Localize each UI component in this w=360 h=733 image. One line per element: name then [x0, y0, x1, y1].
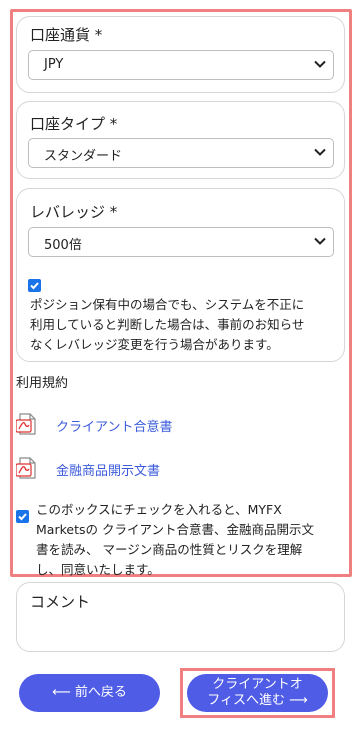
leverage-notice-text: ポジション保有中の場合でも、システムを不正に 利用していると判断した場合は、事前…: [30, 295, 340, 355]
chevron-down-icon: [314, 237, 326, 245]
back-button[interactable]: ⟵ 前へ戻る: [19, 674, 160, 712]
consent-text: このボックスにチェックを入れると、MYFX Marketsの クライアント合意書…: [36, 500, 342, 580]
account-type-card: 口座タイプ * スタンダード: [16, 101, 345, 179]
consent-line: Marketsの クライアント合意書、金融商品開示文: [36, 522, 314, 537]
comment-label: コメント: [30, 593, 91, 611]
notice-line: 利用していると判断した場合は、事前のお知らせ: [30, 317, 305, 332]
consent-line: し、同意いたします。: [36, 562, 160, 577]
client-office-button-line: フィスへ進む ⟶: [207, 693, 308, 708]
leverage-notice-checkbox[interactable]: [28, 279, 41, 292]
currency-card: 口座通貨 * JPY: [16, 16, 345, 93]
client-office-button-line: クライアントオ: [212, 677, 303, 692]
leverage-card: レバレッジ * 500倍 ポジション保有中の場合でも、システムを不正に 利用して…: [16, 188, 345, 362]
consent-line: このボックスにチェックを入れると、MYFX: [36, 502, 282, 517]
financial-disclosure-link[interactable]: 金融商品開示文書: [56, 460, 160, 479]
account-type-label: 口座タイプ *: [30, 115, 118, 133]
pdf-icon: [16, 413, 36, 435]
client-office-button[interactable]: クライアントオ フィスへ進む ⟶: [187, 674, 328, 712]
notice-line: なくレバレッジ変更を行う場合があります。: [30, 337, 279, 352]
account-type-select[interactable]: スタンダード: [28, 138, 334, 168]
notice-line: ポジション保有中の場合でも、システムを不正に: [30, 297, 305, 312]
pdf-icon: [16, 457, 36, 479]
currency-label: 口座通貨 *: [30, 26, 103, 44]
account-type-select-value: スタンダード: [44, 149, 123, 164]
consent-checkbox[interactable]: [16, 510, 29, 523]
leverage-label: レバレッジ *: [30, 203, 118, 221]
comment-card[interactable]: コメント: [16, 582, 345, 652]
currency-select[interactable]: JPY: [28, 50, 334, 80]
consent-line: 書を読み、 マージン商品の性質とリスクを理解: [36, 542, 303, 557]
leverage-select[interactable]: 500倍: [28, 227, 334, 257]
chevron-down-icon: [314, 60, 326, 68]
leverage-select-value: 500倍: [44, 238, 82, 253]
client-agreement-link[interactable]: クライアント合意書: [56, 416, 172, 435]
chevron-down-icon: [314, 148, 326, 156]
terms-label: 利用規約: [16, 376, 69, 391]
currency-select-value: JPY: [44, 57, 64, 72]
